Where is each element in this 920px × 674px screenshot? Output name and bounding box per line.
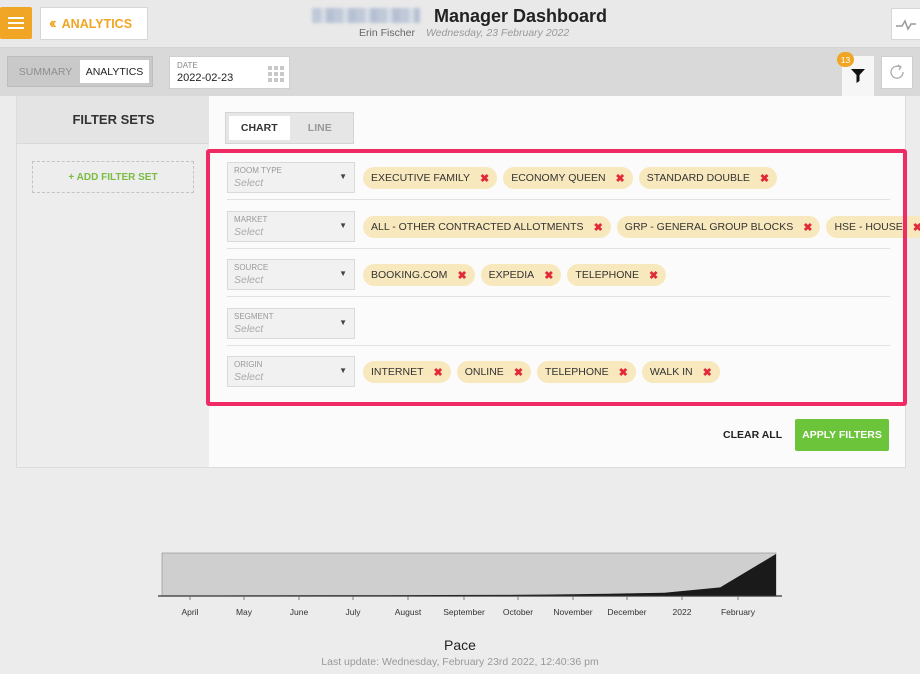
view-switcher: SUMMARY ANALYTICS — [7, 56, 153, 87]
date-label: DATE — [177, 61, 198, 70]
pace-title: Pace — [444, 637, 476, 653]
current-date: Wednesday, 23 February 2022 — [426, 27, 570, 39]
x-tick-label: July — [345, 607, 361, 617]
x-tick-label: October — [503, 607, 533, 617]
x-tick-label: November — [553, 607, 592, 617]
tab-analytics[interactable]: ANALYTICS — [80, 60, 149, 83]
pulse-button[interactable] — [891, 8, 920, 40]
tab-line[interactable]: LINE — [290, 116, 351, 140]
back-to-analytics-button[interactable]: ‹‹ ANALYTICS — [40, 7, 148, 40]
refresh-button[interactable] — [881, 56, 913, 89]
menu-icon[interactable] — [0, 7, 32, 39]
filter-sets-sidebar: FILTER SETS + ADD FILTER SET — [16, 96, 210, 468]
remove-chip-icon[interactable]: ✖ — [913, 221, 920, 234]
add-filter-set-button[interactable]: + ADD FILTER SET — [32, 161, 194, 193]
x-tick-label: February — [721, 607, 756, 617]
hotel-name-redacted — [312, 8, 420, 23]
refresh-icon — [890, 64, 904, 79]
date-picker[interactable]: DATE 2022-02-23 — [169, 56, 290, 89]
apply-filters-button[interactable]: APPLY FILTERS — [795, 419, 889, 451]
double-chevron-left-icon: ‹‹ — [49, 14, 56, 32]
x-tick-label: June — [290, 607, 309, 617]
chart-type-switcher: CHART LINE — [225, 112, 354, 144]
page-title: Manager Dashboard — [434, 6, 608, 26]
last-update-text: Last update: Wednesday, February 23rd 20… — [321, 656, 599, 668]
calendar-grid-icon — [268, 66, 284, 82]
highlight-frame — [206, 149, 907, 406]
tab-summary[interactable]: SUMMARY — [11, 60, 80, 83]
filter-count-badge: 13 — [837, 52, 854, 67]
pulse-icon — [896, 19, 916, 31]
user-name: Erin Fischer — [359, 27, 416, 39]
chart-plot-area — [161, 552, 777, 597]
x-tick-label: 2022 — [673, 607, 692, 617]
back-button-label: ANALYTICS — [61, 16, 133, 31]
tab-chart[interactable]: CHART — [229, 116, 290, 140]
x-tick-label: May — [236, 607, 253, 617]
clear-all-button[interactable]: CLEAR ALL — [723, 429, 782, 441]
top-bar: ‹‹ ANALYTICS Manager Dashboard Erin Fisc… — [0, 0, 920, 48]
date-value: 2022-02-23 — [177, 72, 234, 84]
x-tick-label: April — [181, 607, 198, 617]
x-tick-label: August — [395, 607, 422, 617]
filter-sets-title: FILTER SETS — [17, 96, 210, 144]
x-tick-label: September — [443, 607, 485, 617]
x-tick-label: December — [607, 607, 646, 617]
pace-chart: April May June July August September October No… — [158, 552, 782, 617]
